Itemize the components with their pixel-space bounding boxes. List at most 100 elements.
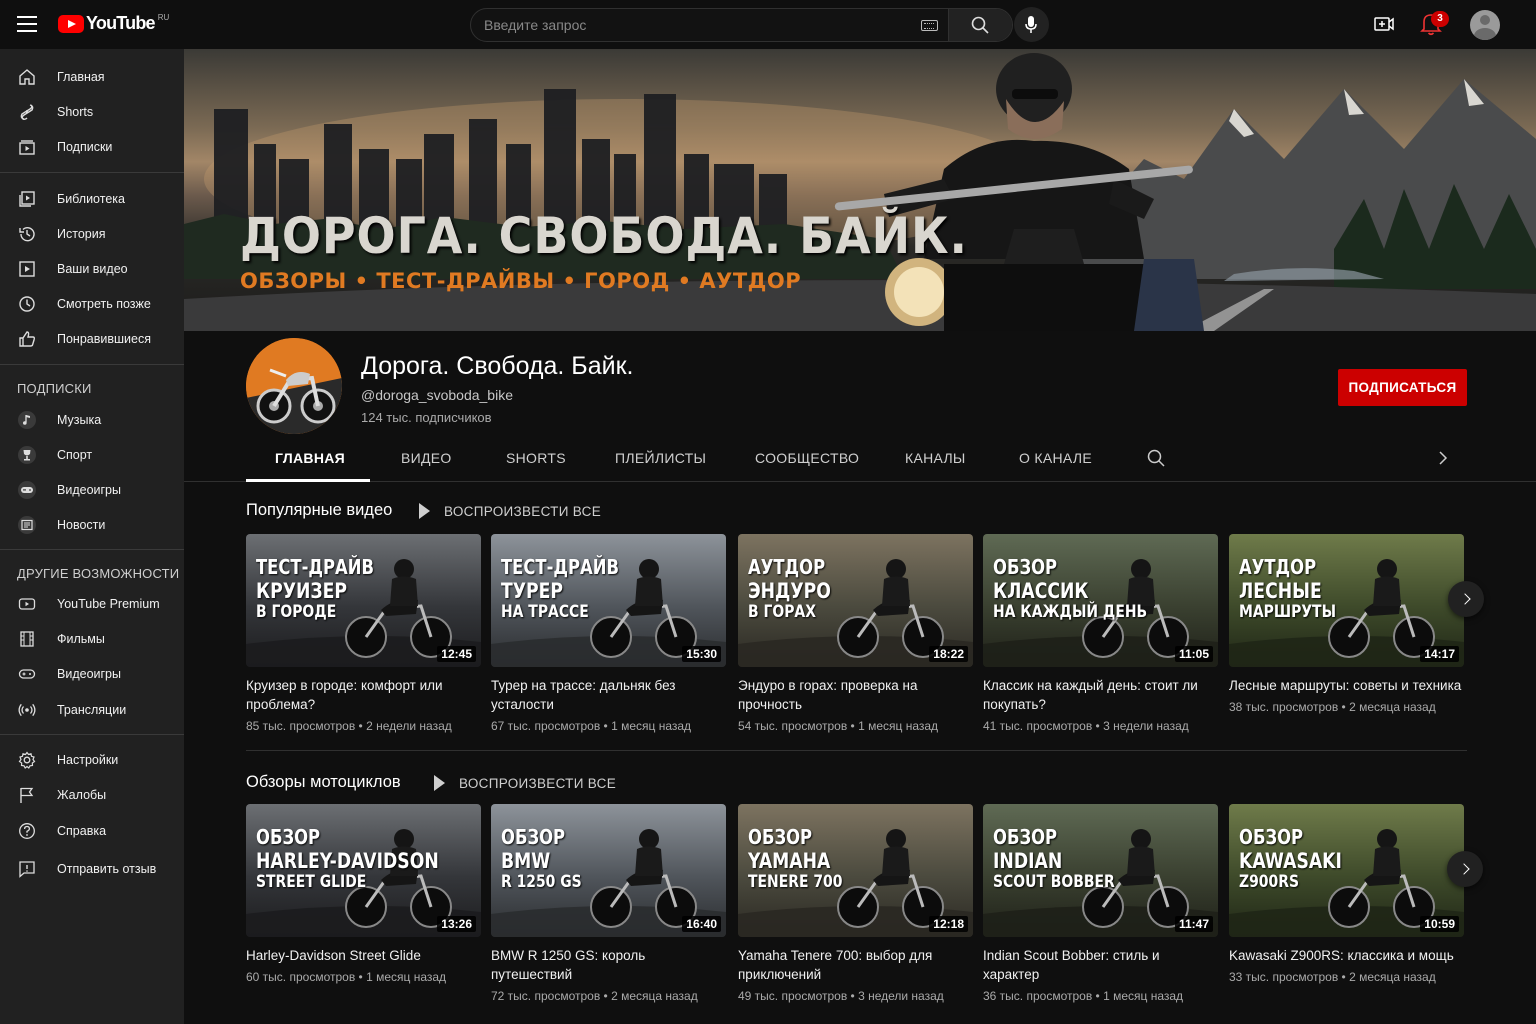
video-thumbnail[interactable]: ОБЗОР INDIAN SCOUT BOBBER 11:47: [983, 804, 1218, 937]
play-all-button[interactable]: ВОСПРОИЗВЕСТИ ВСЕ: [419, 503, 601, 519]
search-button[interactable]: [948, 9, 1012, 41]
video-thumbnail[interactable]: ОБЗОР KAWASAKI Z900RS 10:59: [1229, 804, 1464, 937]
sidebar-item-home[interactable]: Главная: [0, 60, 184, 94]
video-thumbnail[interactable]: ТЕСТ-ДРАЙВ КРУИЗЕР В ГОРОДЕ 12:45: [246, 534, 481, 667]
video-card[interactable]: ОБЗОР HARLEY-DAVIDSON STREET GLIDE 13:26 Har…: [246, 804, 481, 984]
sidebar-item-settings[interactable]: Настройки: [0, 743, 184, 777]
video-title[interactable]: Лесные маршруты: советы и техника: [1229, 676, 1464, 695]
tab-playlists[interactable]: ПЛЕЙЛИСТЫ: [615, 450, 706, 466]
sidebar-item-music[interactable]: Музыка: [0, 403, 184, 437]
section-divider: [246, 750, 1467, 751]
banner-title: ДОРОГА. СВОБОДА. БАЙК.: [240, 207, 968, 265]
sidebar-item-your-videos[interactable]: Ваши видео: [0, 252, 184, 286]
video-thumbnail[interactable]: ОБЗОР BMW R 1250 GS 16:40: [491, 804, 726, 937]
sidebar-item-gaming[interactable]: Видеоигры: [0, 473, 184, 507]
flag-icon: [20, 787, 34, 803]
video-title[interactable]: Турер на трассе: дальняк без усталости: [491, 676, 726, 714]
tab-channels[interactable]: КАНАЛЫ: [905, 450, 966, 466]
sidebar-item-label: Подписки: [57, 140, 113, 154]
sidebar-item-news[interactable]: Новости: [0, 508, 184, 542]
sidebar-item-library[interactable]: Библиотека: [0, 182, 184, 216]
youtube-logo[interactable]: YouTube RU: [58, 13, 169, 34]
sidebar-item-sport[interactable]: Спорт: [0, 438, 184, 472]
thumbnail-line: АУТДОР: [748, 555, 826, 579]
live-icon: [18, 703, 36, 717]
video-card[interactable]: ТЕСТ-ДРАЙВ КРУИЗЕР В ГОРОДЕ 12:45 Круизер в …: [246, 534, 481, 733]
tab-about[interactable]: О КАНАЛЕ: [1019, 450, 1092, 466]
video-thumbnail[interactable]: ОБЗОР HARLEY-DAVIDSON STREET GLIDE 13:26: [246, 804, 481, 937]
video-card[interactable]: ОБЗОР KAWASAKI Z900RS 10:59 Kawasaki Z900RS:…: [1229, 804, 1464, 984]
sidebar: Главная Shorts Подписки Библиотека Истор…: [0, 49, 184, 1024]
tab-videos[interactable]: ВИДЕО: [401, 450, 452, 466]
video-card[interactable]: АУТДОР ЛЕСНЫЕ МАРШРУТЫ 14:17 Лесные маршруты…: [1229, 534, 1464, 714]
thumbnail-line: ЛЕСНЫЕ: [1239, 579, 1322, 603]
carousel-next-button[interactable]: [1447, 851, 1483, 887]
thumbnail-caption: ОБЗОР КЛАССИК НА КАЖДЫЙ ДЕНЬ: [993, 556, 1147, 623]
channel-banner: ДОРОГА. СВОБОДА. БАЙК. ОБЗОРЫ • ТЕСТ-ДРА…: [184, 49, 1536, 331]
sidebar-item-subscriptions[interactable]: Подписки: [0, 130, 184, 164]
sidebar-item-label: История: [57, 227, 106, 241]
thumbnail-caption: ОБЗОР HARLEY-DAVIDSON STREET GLIDE: [256, 826, 439, 893]
video-title[interactable]: Круизер в городе: комфорт или проблема?: [246, 676, 481, 714]
tab-community[interactable]: СООБЩЕСТВО: [755, 450, 859, 466]
thumbnail-caption: АУТДОР ЛЕСНЫЕ МАРШРУТЫ: [1239, 556, 1336, 623]
sidebar-item-history[interactable]: История: [0, 217, 184, 251]
create-video-button[interactable]: [1373, 13, 1395, 40]
thumbnail-caption: ТЕСТ-ДРАЙВ ТУРЕР НА ТРАССЕ: [501, 556, 619, 623]
sidebar-item-watch-later[interactable]: Смотреть позже: [0, 287, 184, 321]
keyboard-icon[interactable]: [921, 20, 938, 31]
carousel-next-button[interactable]: [1448, 581, 1484, 617]
menu-icon[interactable]: [17, 16, 37, 32]
sidebar-item-films[interactable]: Фильмы: [0, 622, 184, 656]
sidebar-item-report[interactable]: Жалобы: [0, 778, 184, 812]
thumbnail-line: SCOUT BOBBER: [993, 872, 1115, 893]
video-title[interactable]: Классик на каждый день: стоит ли покупат…: [983, 676, 1218, 714]
thumbnail-line: АУТДОР: [1239, 555, 1317, 579]
video-thumbnail[interactable]: ОБЗОР YAMAHA TENERE 700 12:18: [738, 804, 973, 937]
chevron-right-icon[interactable]: [1438, 451, 1448, 465]
sidebar-item-live[interactable]: Трансляции: [0, 693, 184, 727]
sidebar-item-liked[interactable]: Понравившиеся: [0, 322, 184, 356]
video-card[interactable]: АУТДОР ЭНДУРО В ГОРАХ 18:22 Эндуро в горах: …: [738, 534, 973, 733]
video-title[interactable]: BMW R 1250 GS: король путешествий: [491, 946, 726, 984]
sidebar-item-gaming-more[interactable]: Видеоигры: [0, 657, 184, 691]
sidebar-item-help[interactable]: Справка: [0, 814, 184, 848]
video-title[interactable]: Kawasaki Z900RS: классика и мощь: [1229, 946, 1464, 965]
channel-name: Дорога. Свобода. Байк.: [361, 352, 634, 380]
video-card[interactable]: ОБЗОР YAMAHA TENERE 700 12:18 Yamaha Tenere …: [738, 804, 973, 1003]
tab-shorts[interactable]: SHORTS: [506, 450, 566, 466]
subscribe-button[interactable]: ПОДПИСАТЬСЯ: [1338, 369, 1467, 406]
search-input[interactable]: [471, 9, 951, 41]
video-title[interactable]: Yamaha Tenere 700: выбор для приключений: [738, 946, 973, 984]
video-card[interactable]: ОБЗОР КЛАССИК НА КАЖДЫЙ ДЕНЬ 11:05 Классик н…: [983, 534, 1218, 733]
news-icon: [18, 516, 36, 534]
video-thumbnail[interactable]: АУТДОР ЛЕСНЫЕ МАРШРУТЫ 14:17: [1229, 534, 1464, 667]
channel-handle: @doroga_svoboda_bike: [361, 387, 513, 403]
video-title[interactable]: Indian Scout Bobber: стиль и характер: [983, 946, 1218, 984]
thumbnail-line: КЛАССИК: [993, 579, 1089, 603]
channel-search-icon[interactable]: [1147, 449, 1165, 467]
video-title[interactable]: Эндуро в горах: проверка на прочность: [738, 676, 973, 714]
voice-search-button[interactable]: [1014, 7, 1049, 42]
tab-home[interactable]: ГЛАВНАЯ: [275, 450, 345, 466]
video-thumbnail[interactable]: ОБЗОР КЛАССИК НА КАЖДЫЙ ДЕНЬ 11:05: [983, 534, 1218, 667]
video-card[interactable]: ТЕСТ-ДРАЙВ ТУРЕР НА ТРАССЕ 15:30 Турер на тр…: [491, 534, 726, 733]
thumbnail-line: ТЕСТ-ДРАЙВ: [501, 555, 619, 579]
sidebar-item-feedback[interactable]: Отправить отзыв: [0, 852, 184, 886]
channel-avatar[interactable]: [246, 338, 342, 434]
play-all-button[interactable]: ВОСПРОИЗВЕСТИ ВСЕ: [434, 775, 616, 791]
sidebar-item-label: Музыка: [57, 413, 102, 427]
top-bar: YouTube RU 3: [0, 0, 1536, 49]
video-duration: 15:30: [682, 646, 721, 662]
user-avatar[interactable]: [1470, 10, 1500, 40]
video-title[interactable]: Harley-Davidson Street Glide: [246, 946, 481, 965]
sidebar-item-premium[interactable]: YouTube Premium: [0, 587, 184, 621]
video-duration: 16:40: [682, 916, 721, 932]
video-thumbnail[interactable]: ТЕСТ-ДРАЙВ ТУРЕР НА ТРАССЕ 15:30: [491, 534, 726, 667]
video-card[interactable]: ОБЗОР BMW R 1250 GS 16:40 BMW R 1250 GS: кор…: [491, 804, 726, 1003]
video-thumbnail[interactable]: АУТДОР ЭНДУРО В ГОРАХ 18:22: [738, 534, 973, 667]
sidebar-item-shorts[interactable]: Shorts: [0, 95, 184, 129]
video-card[interactable]: ОБЗОР INDIAN SCOUT BOBBER 11:47 Indian Scout…: [983, 804, 1218, 1003]
thumbnail-line: Z900RS: [1239, 872, 1299, 893]
sidebar-item-label: Смотреть позже: [57, 297, 151, 311]
